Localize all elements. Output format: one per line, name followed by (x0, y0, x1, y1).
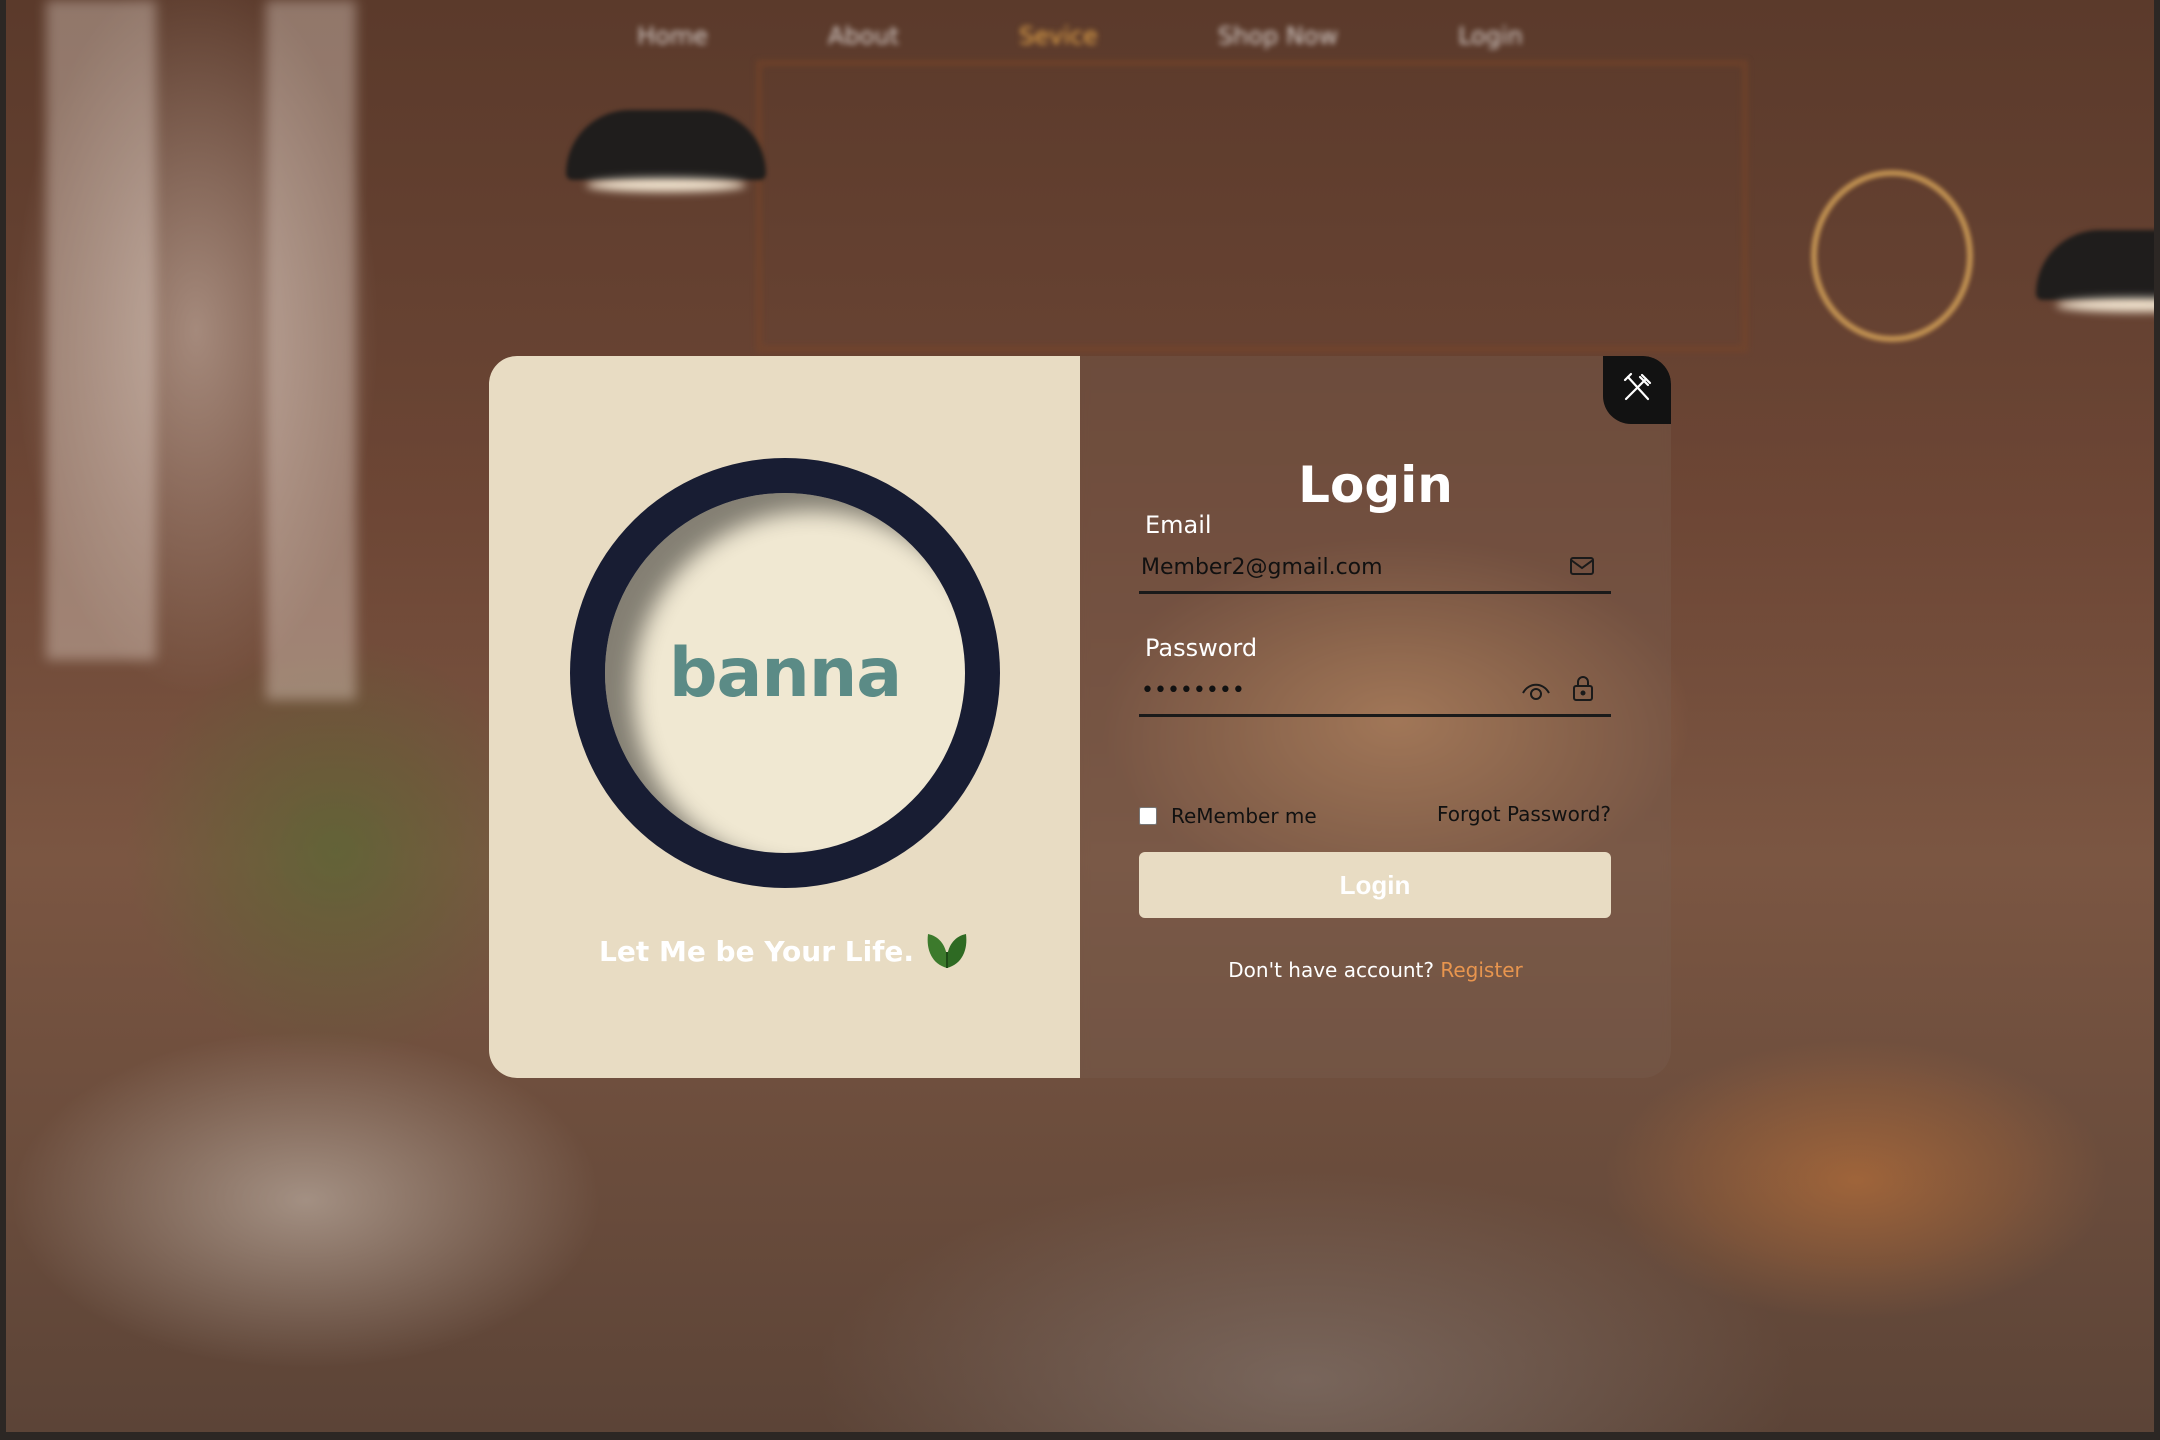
brand-logo-disc: banna (605, 493, 965, 853)
login-panel: Login Email Password (1080, 356, 1671, 1078)
register-link[interactable]: Register (1440, 958, 1522, 982)
login-card: banna Let Me be Your Life. Login Email M… (489, 356, 1671, 1078)
leaf-icon (924, 928, 970, 974)
corner-menu-button[interactable] (1603, 356, 1671, 424)
remember-me: ReMember me (1139, 804, 1317, 828)
background-window (266, 0, 356, 700)
brand-panel: banna Let Me be Your Life. (489, 356, 1080, 1078)
password-underline (1139, 714, 1611, 717)
password-label: Password (1145, 634, 1258, 662)
register-prompt: Don't have account? (1228, 958, 1435, 982)
password-input[interactable] (1139, 672, 1503, 708)
background-lamp (566, 110, 766, 180)
login-button[interactable]: Login (1139, 852, 1611, 918)
nav-service[interactable]: Sevice (1019, 22, 1098, 50)
forgot-password-link[interactable]: Forgot Password? (1437, 802, 1611, 826)
password-field: Password (1139, 634, 1611, 724)
background-neon-ring (1811, 170, 1973, 342)
brand-name: banna (668, 633, 902, 713)
email-label: Email (1145, 511, 1212, 539)
eye-icon[interactable] (1521, 680, 1551, 706)
background-window (46, 0, 156, 660)
nav-shop-now[interactable]: Shop Now (1218, 22, 1338, 50)
lock-icon (1571, 674, 1595, 706)
email-field: Email (1139, 511, 1611, 601)
nav-home[interactable]: Home (637, 22, 708, 50)
login-title: Login (1298, 456, 1453, 514)
register-row: Don't have account? Register (1080, 958, 1671, 982)
top-nav: Home About Sevice Shop Now Login (0, 22, 2160, 50)
remember-label: ReMember me (1171, 804, 1317, 828)
utensils-icon (1620, 371, 1654, 409)
email-underline (1139, 591, 1611, 594)
email-input[interactable] (1139, 549, 1543, 585)
nav-login[interactable]: Login (1458, 22, 1523, 50)
mail-icon (1569, 555, 1595, 581)
tagline: Let Me be Your Life. (489, 928, 1080, 974)
tagline-text: Let Me be Your Life. (598, 934, 915, 968)
remember-checkbox[interactable] (1139, 807, 1157, 825)
background-lamp (2036, 230, 2154, 300)
background-shelf (756, 60, 1748, 352)
brand-logo-ring: banna (570, 458, 1000, 888)
nav-about[interactable]: About (828, 22, 899, 50)
